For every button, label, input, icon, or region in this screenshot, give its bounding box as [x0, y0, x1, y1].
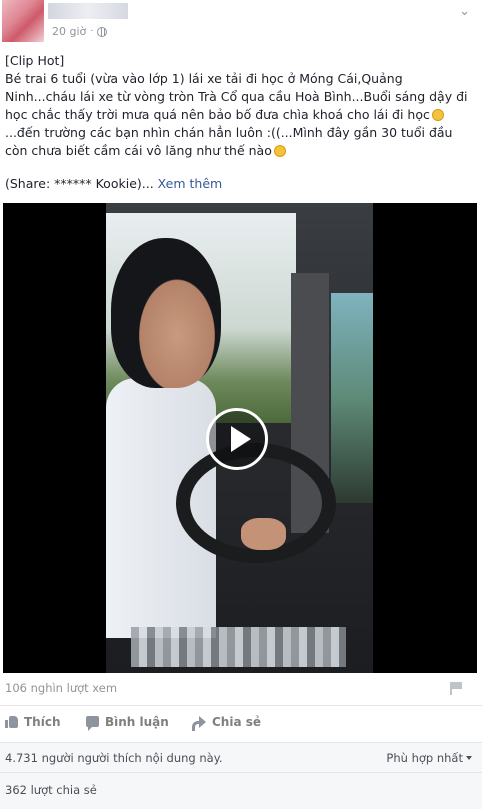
post-timestamp: 20 giờ ·: [52, 25, 108, 38]
sad-emoji-icon: [431, 109, 444, 121]
likes-summary[interactable]: 4.731 người người thích nội dung này.: [5, 751, 223, 765]
see-more-link[interactable]: Xem thêm: [158, 176, 223, 191]
post-line-6: còn chưa biết cầm cái vô lăng như thế nà…: [5, 142, 477, 160]
timestamp-text[interactable]: 20 giờ: [52, 25, 86, 38]
like-label: Thích: [24, 714, 61, 729]
post-line-2: Bé trai 6 tuổi (vừa vào lớp 1) lái xe tả…: [5, 71, 403, 86]
post-line-4-text: học chắc thấy trời mưa quá nên bảo bố đư…: [5, 107, 430, 122]
flag-cloth: [452, 682, 462, 689]
share-icon: [192, 715, 206, 731]
sort-label: Phù hợp nhất: [386, 751, 463, 765]
likes-row: 4.731 người người thích nội dung này. Ph…: [0, 742, 482, 772]
view-count: 106 nghìn lượt xem: [5, 681, 118, 695]
post-header: 20 giờ · ⌄: [0, 0, 482, 44]
action-bar: Thích Bình luận Chia sẻ: [0, 705, 482, 737]
share-label: Chia sẻ: [212, 714, 262, 729]
video-boy-head: [111, 238, 221, 388]
separator-dot: ·: [90, 26, 94, 37]
comment-button[interactable]: Bình luận: [86, 714, 169, 731]
shares-count[interactable]: 362 lượt chia sẻ: [5, 783, 97, 797]
comment-label: Bình luận: [105, 714, 169, 729]
play-icon: [231, 426, 251, 452]
post-line-1: [Clip Hot]: [5, 53, 65, 68]
share-credit-text: (Share: ****** Kookie)...: [5, 176, 154, 191]
post-text: [Clip Hot] Bé trai 6 tuổi (vừa vào lớp 1…: [5, 52, 477, 160]
shares-row: 362 lượt chia sẻ: [0, 772, 482, 809]
chevron-down-icon[interactable]: ⌄: [459, 4, 470, 19]
author-name-blurred[interactable]: [48, 3, 128, 19]
comment-icon: [86, 716, 99, 731]
thumb-icon: [5, 715, 18, 728]
video-side-window: [331, 293, 373, 503]
comment-sort-select[interactable]: Phù hợp nhất: [386, 751, 472, 765]
avatar[interactable]: [2, 0, 44, 42]
share-credit: (Share: ****** Kookie)... Xem thêm: [5, 176, 222, 191]
caret-down-icon: [466, 756, 472, 760]
video-hand: [241, 518, 286, 550]
globe-icon: [97, 26, 108, 37]
play-button[interactable]: [206, 408, 268, 470]
video-player[interactable]: [3, 203, 477, 673]
smile-emoji-icon: [273, 145, 286, 157]
post-line-5: ...đến trường các bạn nhìn chán hẳn luôn…: [5, 125, 453, 140]
flag-icon[interactable]: [450, 682, 462, 695]
post-line-3: Ninh...cháu lái xe từ vòng tròn Trà Cổ q…: [5, 89, 468, 104]
share-button[interactable]: Chia sẻ: [192, 714, 262, 731]
video-blur-overlay: [131, 627, 346, 667]
post-line-4: học chắc thấy trời mưa quá nên bảo bố đư…: [5, 106, 477, 124]
post-line-6-text: còn chưa biết cầm cái vô lăng như thế nà…: [5, 143, 272, 158]
like-button[interactable]: Thích: [5, 715, 61, 729]
